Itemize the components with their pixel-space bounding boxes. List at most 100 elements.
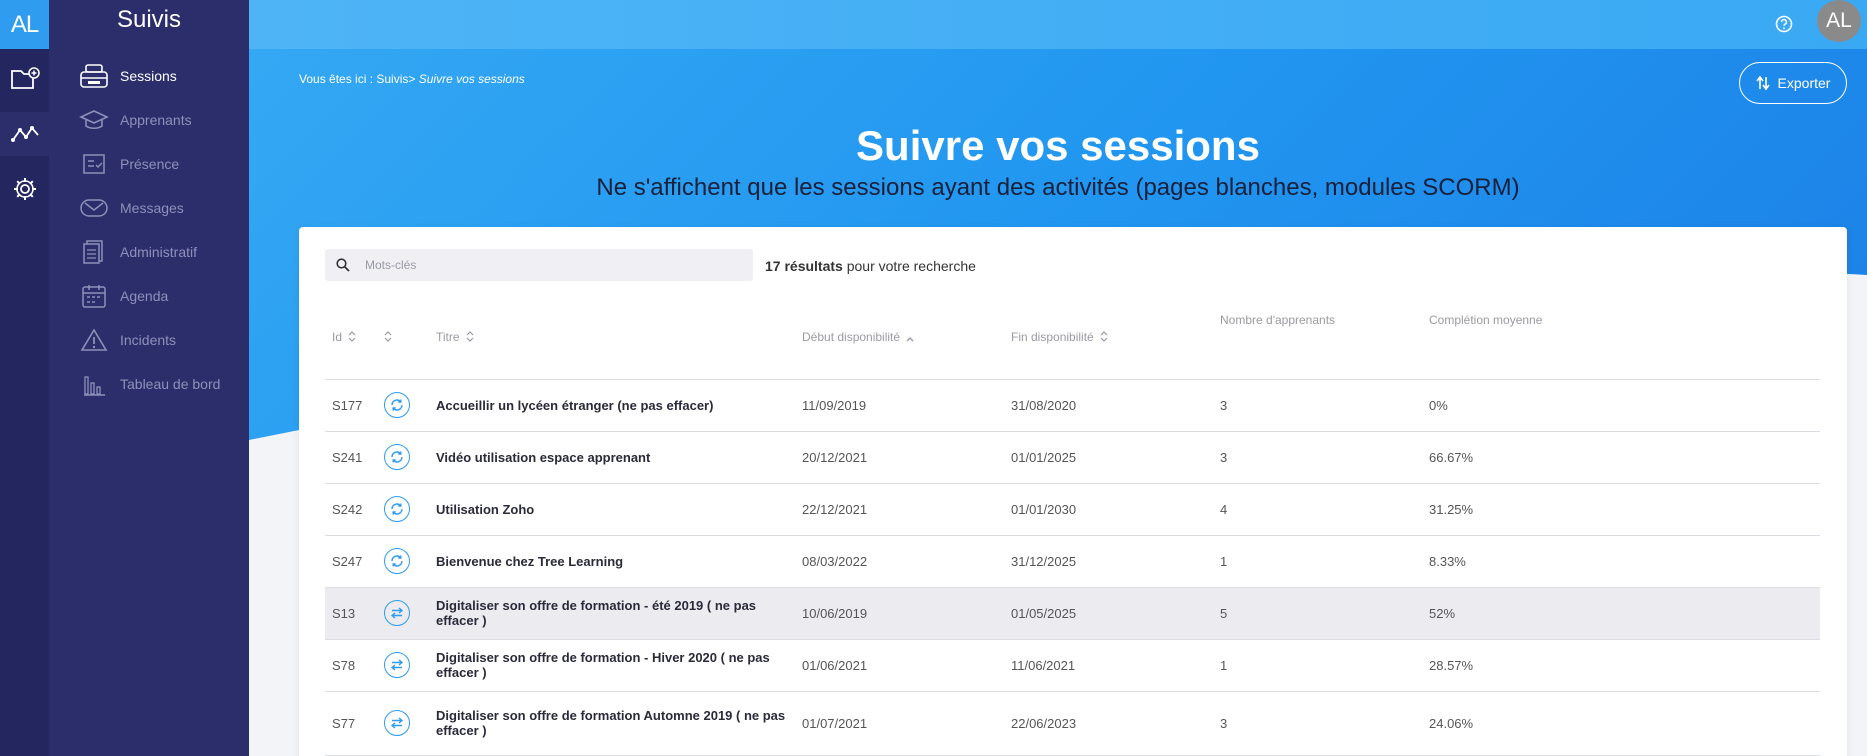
sidebar-title: Suivis xyxy=(116,6,182,33)
sort-asc-icon xyxy=(906,331,914,345)
cell-completion: 66.67% xyxy=(1422,431,1820,484)
sort-arrows-icon xyxy=(1755,75,1770,91)
cell-fin: 01/05/2025 xyxy=(1004,587,1213,640)
help-icon[interactable] xyxy=(1772,12,1796,36)
sessions-card: 17 résultats pour votre recherche Id Tit… xyxy=(299,227,1847,756)
sidebar-item-administratif[interactable]: Administratif xyxy=(79,234,244,270)
sidebar: Suivis Sessions Apprenants Présence Mess… xyxy=(49,0,249,756)
col-titre-label: Titre xyxy=(436,330,460,345)
cell-completion: 31.25% xyxy=(1422,483,1820,536)
cell-id: S13 xyxy=(325,587,377,640)
cell-debut: 11/09/2019 xyxy=(795,379,1004,432)
app-logo[interactable]: AL xyxy=(0,0,49,49)
results-count: 17 résultats xyxy=(765,258,843,274)
cell-completion: 8.33% xyxy=(1422,535,1820,588)
cell-nombre: 5 xyxy=(1213,587,1422,640)
sidebar-item-label: Agenda xyxy=(120,288,169,304)
cell-completion: 28.57% xyxy=(1422,639,1820,692)
page-title: Suivre vos sessions xyxy=(856,122,1260,169)
sidebar-item-presence[interactable]: Présence xyxy=(79,146,244,182)
sort-icon xyxy=(1100,331,1108,345)
table-row[interactable]: S242 Utilisation Zoho 22/12/2021 01/01/2030… xyxy=(325,483,1820,536)
col-id[interactable]: Id xyxy=(325,297,377,380)
attendance-icon xyxy=(79,149,109,179)
sidebar-item-label: Administratif xyxy=(120,244,198,260)
table-body: S177 Accueillir un lycéen étranger (ne pa… xyxy=(325,379,1820,756)
table-row[interactable]: S241 Vidéo utilisation espace apprenant 20… xyxy=(325,431,1820,484)
breadcrumb: Vous êtes ici : Suivis> Suivre vos sessi… xyxy=(299,72,525,86)
cell-nombre: 1 xyxy=(1213,535,1422,588)
sort-icon xyxy=(466,331,474,345)
cell-nombre: 3 xyxy=(1213,691,1422,756)
export-button[interactable]: Exporter xyxy=(1739,62,1847,104)
breadcrumb-path[interactable]: Vous êtes ici : Suivis> xyxy=(299,72,415,86)
cell-titre[interactable]: Utilisation Zoho xyxy=(429,483,795,536)
top-bar xyxy=(249,0,1867,49)
cell-completion: 52% xyxy=(1422,587,1820,640)
sync-icon xyxy=(384,444,410,470)
swap-icon xyxy=(384,710,410,736)
col-debut[interactable]: Début disponibilité xyxy=(795,297,1004,380)
cell-debut: 20/12/2021 xyxy=(795,431,1004,484)
cell-type xyxy=(377,691,429,756)
sidebar-item-label: Sessions xyxy=(120,68,177,84)
sidebar-item-label: Messages xyxy=(120,200,184,216)
col-titre[interactable]: Titre xyxy=(429,297,795,380)
col-nombre[interactable]: Nombre d'apprenants xyxy=(1213,297,1422,380)
table-row[interactable]: S78 Digitaliser son offre de formation - … xyxy=(325,639,1820,692)
export-label: Exporter xyxy=(1777,75,1831,91)
sidebar-item-tableau-de-bord[interactable]: Tableau de bord xyxy=(79,366,244,402)
table-row[interactable]: S77 Digitaliser son offre de formation Au… xyxy=(325,691,1820,756)
swap-icon xyxy=(384,652,410,678)
folder-add-icon[interactable] xyxy=(0,56,49,100)
avatar[interactable]: AL xyxy=(1817,0,1861,42)
sessions-table: Id Titre Début disponibilité Fin disponi… xyxy=(325,297,1820,756)
cell-fin: 31/08/2020 xyxy=(1004,379,1213,432)
search-input[interactable] xyxy=(365,258,745,272)
cell-fin: 22/06/2023 xyxy=(1004,691,1213,756)
sidebar-item-sessions[interactable]: Sessions xyxy=(79,58,244,94)
table-row[interactable]: S13 Digitaliser son offre de formation - … xyxy=(325,587,1820,640)
sync-icon xyxy=(384,496,410,522)
col-type[interactable] xyxy=(377,297,429,380)
swap-icon xyxy=(384,600,410,626)
cell-fin: 31/12/2025 xyxy=(1004,535,1213,588)
col-debut-label: Début disponibilité xyxy=(802,330,901,345)
sidebar-item-incidents[interactable]: Incidents xyxy=(79,322,244,358)
results-suffix: pour votre recherche xyxy=(846,258,976,274)
cell-debut: 08/03/2022 xyxy=(795,535,1004,588)
col-completion[interactable]: Complétion moyenne xyxy=(1422,297,1820,380)
table-header-row: Id Titre Début disponibilité Fin disponi… xyxy=(325,297,1820,380)
cell-debut: 01/06/2021 xyxy=(795,639,1004,692)
table-row[interactable]: S177 Accueillir un lycéen étranger (ne pa… xyxy=(325,379,1820,432)
cell-titre[interactable]: Digitaliser son offre de formation - été… xyxy=(429,587,795,640)
table-row[interactable]: S247 Bienvenue chez Tree Learning 08/03/20… xyxy=(325,535,1820,588)
gear-icon[interactable] xyxy=(0,167,49,211)
graduation-cap-icon xyxy=(79,105,109,135)
cell-nombre: 1 xyxy=(1213,639,1422,692)
sidebar-item-agenda[interactable]: Agenda xyxy=(79,278,244,314)
sidebar-item-apprenants[interactable]: Apprenants xyxy=(79,102,244,138)
sidebar-item-messages[interactable]: Messages xyxy=(79,190,244,226)
envelope-icon xyxy=(79,193,109,223)
col-completion-label: Complétion moyenne xyxy=(1429,313,1543,327)
cell-type xyxy=(377,587,429,640)
page-subtitle: Ne s'affichent que les sessions ayant de… xyxy=(596,174,1520,201)
sidebar-item-label: Incidents xyxy=(120,332,177,348)
cell-fin: 01/01/2030 xyxy=(1004,483,1213,536)
bar-chart-icon xyxy=(79,369,109,399)
sync-icon xyxy=(384,548,410,574)
analytics-icon[interactable] xyxy=(0,112,49,156)
breadcrumb-current: Suivre vos sessions xyxy=(418,72,525,86)
cell-titre[interactable]: Accueillir un lycéen étranger (ne pas ef… xyxy=(429,379,795,432)
cell-titre[interactable]: Bienvenue chez Tree Learning xyxy=(429,535,795,588)
cell-id: S242 xyxy=(325,483,377,536)
cell-completion: 0% xyxy=(1422,379,1820,432)
cell-titre[interactable]: Digitaliser son offre de formation Autom… xyxy=(429,691,795,756)
cell-type xyxy=(377,431,429,484)
cell-titre[interactable]: Digitaliser son offre de formation - Hiv… xyxy=(429,639,795,692)
cell-nombre: 4 xyxy=(1213,483,1422,536)
col-fin[interactable]: Fin disponibilité xyxy=(1004,297,1213,380)
cell-titre[interactable]: Vidéo utilisation espace apprenant xyxy=(429,431,795,484)
cell-type xyxy=(377,535,429,588)
